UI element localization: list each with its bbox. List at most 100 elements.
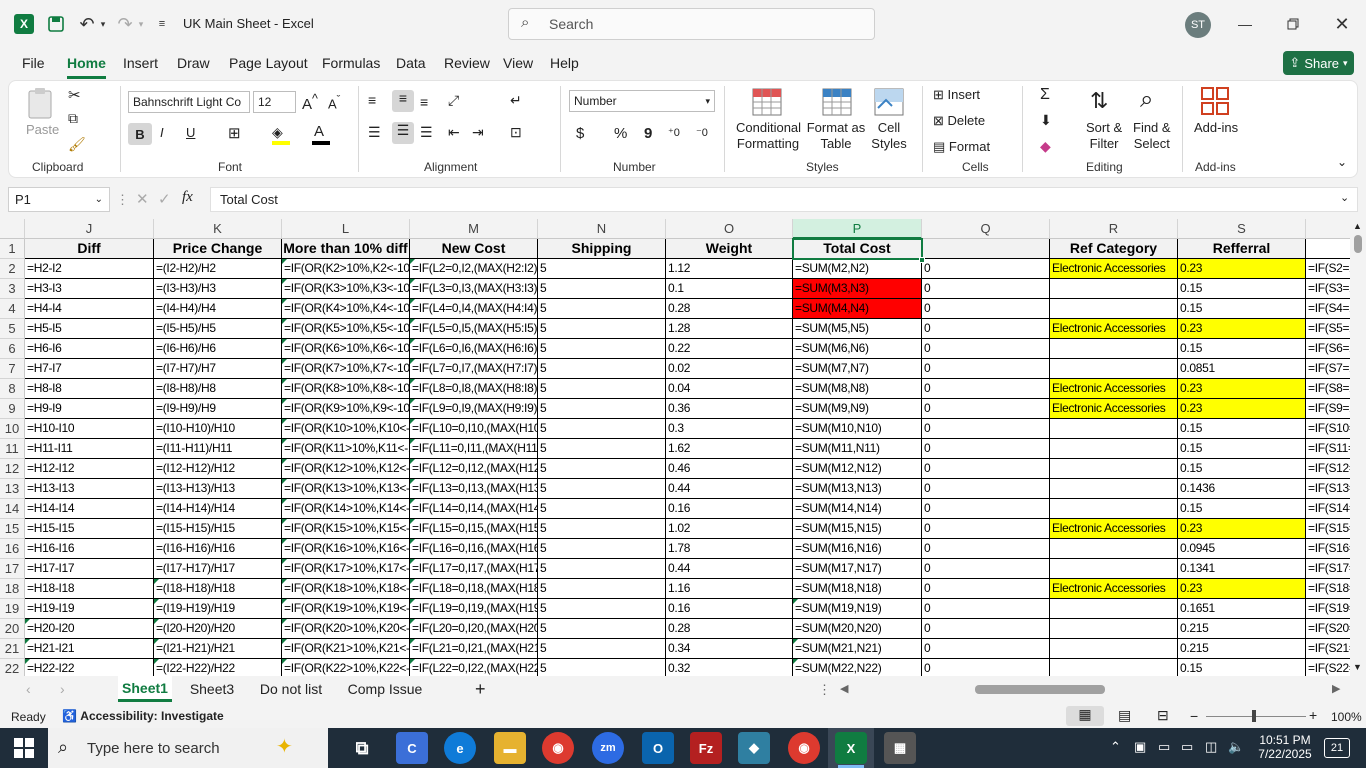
cell-p[interactable]: =SUM(M2,N2) xyxy=(793,259,922,279)
row-header[interactable]: 4 xyxy=(0,299,25,319)
zoom-slider[interactable] xyxy=(1206,716,1306,717)
currency-button[interactable]: $ xyxy=(576,125,584,142)
cell-l[interactable]: =IF(OR(K19>10%,K19<-10%), xyxy=(282,599,410,619)
cell-styles-button[interactable]: Cell Styles xyxy=(862,120,916,152)
cell-t[interactable]: =IF(S16= xyxy=(1306,539,1350,559)
row-header[interactable]: 22 xyxy=(0,659,25,676)
row-header[interactable]: 7 xyxy=(0,359,25,379)
cell-n[interactable]: 5 xyxy=(538,659,666,676)
cell-j[interactable]: =H3-I3 xyxy=(25,279,154,299)
row-header[interactable]: 18 xyxy=(0,579,25,599)
cell-s[interactable]: 0.15 xyxy=(1178,459,1306,479)
cell-k[interactable]: =(I9-H9)/H9 xyxy=(154,399,282,419)
add-ins-button[interactable]: Add-ins xyxy=(1194,120,1238,135)
row-header[interactable]: 20 xyxy=(0,619,25,639)
header-cell-q[interactable] xyxy=(922,239,1050,259)
autosum-button[interactable]: Σ xyxy=(1040,86,1050,104)
cell-l[interactable]: =IF(OR(K21>10%,K21<-10%), xyxy=(282,639,410,659)
cell-q[interactable]: 0 xyxy=(922,639,1050,659)
cell-k[interactable]: =(I19-H19)/H19 xyxy=(154,599,282,619)
cell-p[interactable]: =SUM(M15,N15) xyxy=(793,519,922,539)
font-name-select[interactable]: Bahnschrift Light Co xyxy=(128,91,250,113)
cell-o[interactable]: 0.04 xyxy=(666,379,793,399)
cell-s[interactable]: 0.0945 xyxy=(1178,539,1306,559)
borders-icon[interactable]: ⊞ xyxy=(228,124,241,142)
cell-k[interactable]: =(I22-H22)/H22 xyxy=(154,659,282,676)
row-header[interactable]: 21 xyxy=(0,639,25,659)
clock[interactable]: 10:51 PM 7/22/2025 xyxy=(1254,733,1316,761)
row-header[interactable]: 13 xyxy=(0,479,25,499)
cell-m[interactable]: =IF(L10=0,I10,(MAX(H10:I10))) xyxy=(410,419,538,439)
decrease-decimal-icon[interactable]: ⁻0 xyxy=(696,126,708,139)
cell-l[interactable]: =IF(OR(K4>10%,K4<-10%),1, xyxy=(282,299,410,319)
cell-r[interactable]: Electronic Accessories xyxy=(1050,579,1178,599)
cell-m[interactable]: =IF(L21=0,I21,(MAX(H21:I21))) xyxy=(410,639,538,659)
cell-j[interactable]: =H8-I8 xyxy=(25,379,154,399)
worksheet-grid[interactable]: J K L M N O P Q R S 1 Diff Price Change More than 10%… xyxy=(0,219,1350,676)
cell-t[interactable]: =IF(S12= xyxy=(1306,459,1350,479)
zoom-slider-thumb[interactable] xyxy=(1252,710,1256,722)
cell-r[interactable] xyxy=(1050,499,1178,519)
cell-j[interactable]: =H18-I18 xyxy=(25,579,154,599)
expand-formula-icon[interactable]: ⌄ xyxy=(1340,191,1349,204)
cell-n[interactable]: 5 xyxy=(538,459,666,479)
cell-n[interactable]: 5 xyxy=(538,599,666,619)
cell-m[interactable]: =IF(L17=0,I17,(MAX(H17:I17))) xyxy=(410,559,538,579)
align-left-icon[interactable]: ☰ xyxy=(368,124,381,141)
cell-t[interactable]: =IF(S18= xyxy=(1306,579,1350,599)
cell-l[interactable]: =IF(OR(K15>10%,K15<-10%), xyxy=(282,519,410,539)
cell-m[interactable]: =IF(L22=0,I22,(MAX(H22:I22 xyxy=(410,659,538,676)
outlook-icon[interactable]: O xyxy=(642,732,674,764)
cell-q[interactable]: 0 xyxy=(922,499,1050,519)
undo-icon[interactable]: ↶ xyxy=(76,13,98,35)
cell-s[interactable]: 0.15 xyxy=(1178,279,1306,299)
cell-o[interactable]: 0.1 xyxy=(666,279,793,299)
cell-l[interactable]: =IF(OR(K9>10%,K9<-10%),1, xyxy=(282,399,410,419)
cell-l[interactable]: =IF(OR(K20>10%,K20<-10% xyxy=(282,619,410,639)
cell-q[interactable]: 0 xyxy=(922,579,1050,599)
find-select-icon[interactable]: ⌕ xyxy=(1140,86,1153,114)
increase-decimal-icon[interactable]: ⁺0 xyxy=(668,126,680,139)
cell-j[interactable]: =H9-I9 xyxy=(25,399,154,419)
task-view-icon[interactable]: ⧉ xyxy=(346,732,378,764)
cell-n[interactable]: 5 xyxy=(538,279,666,299)
cell-s[interactable]: 0.23 xyxy=(1178,379,1306,399)
cell-l[interactable]: =IF(OR(K2>10%,K2<-10%),1, xyxy=(282,259,410,279)
cell-k[interactable]: =(I16-H16)/H16 xyxy=(154,539,282,559)
vertical-scrollbar[interactable]: ▲ ▼ xyxy=(1350,219,1366,676)
cell-o[interactable]: 0.28 xyxy=(666,299,793,319)
cell-t[interactable]: =IF(S5=2 xyxy=(1306,319,1350,339)
cell-s[interactable]: 0.23 xyxy=(1178,259,1306,279)
filezilla-icon[interactable]: Fz xyxy=(690,732,722,764)
cell-m[interactable]: =IF(L15=0,I15,(MAX(H15:I15))) xyxy=(410,519,538,539)
page-break-view-icon[interactable]: ⊟ xyxy=(1157,707,1169,724)
cell-n[interactable]: 5 xyxy=(538,619,666,639)
cell-o[interactable]: 0.34 xyxy=(666,639,793,659)
middle-align-icon[interactable]: ≡ xyxy=(392,90,414,112)
cell-t[interactable]: =IF(S20= xyxy=(1306,619,1350,639)
cell-p[interactable]: =SUM(M4,N4) xyxy=(793,299,922,319)
cell-j[interactable]: =H5-I5 xyxy=(25,319,154,339)
header-cell-m[interactable]: New Cost xyxy=(410,239,538,259)
cell-s[interactable]: 0.1341 xyxy=(1178,559,1306,579)
cell-l[interactable]: =IF(OR(K3>10%,K3<-10%),1, xyxy=(282,279,410,299)
column-header-j[interactable]: J xyxy=(25,219,154,239)
cell-m[interactable]: =IF(L19=0,I19,(MAX(H19:I19))) xyxy=(410,599,538,619)
cell-p[interactable]: =SUM(M20,N20) xyxy=(793,619,922,639)
cell-k[interactable]: =(I6-H6)/H6 xyxy=(154,339,282,359)
show-hidden-icons-icon[interactable]: ⌃ xyxy=(1110,739,1121,755)
cell-m[interactable]: =IF(L4=0,I4,(MAX(H4:I4))) xyxy=(410,299,538,319)
cell-t[interactable]: =IF(S15= xyxy=(1306,519,1350,539)
cell-t[interactable]: =IF(S3=2 xyxy=(1306,279,1350,299)
cell-q[interactable]: 0 xyxy=(922,419,1050,439)
sheet-tab-sheet1[interactable]: Sheet1 xyxy=(118,676,172,702)
cell-o[interactable]: 0.3 xyxy=(666,419,793,439)
row-header[interactable]: 16 xyxy=(0,539,25,559)
cell-m[interactable]: =IF(L20=0,I20,(MAX(H20:I20 xyxy=(410,619,538,639)
cell-n[interactable]: 5 xyxy=(538,399,666,419)
align-center-icon[interactable]: ☰ xyxy=(392,122,414,144)
cell-k[interactable]: =(I18-H18)/H18 xyxy=(154,579,282,599)
cell-n[interactable]: 5 xyxy=(538,259,666,279)
cell-p[interactable]: =SUM(M9,N9) xyxy=(793,399,922,419)
cell-o[interactable]: 1.78 xyxy=(666,539,793,559)
